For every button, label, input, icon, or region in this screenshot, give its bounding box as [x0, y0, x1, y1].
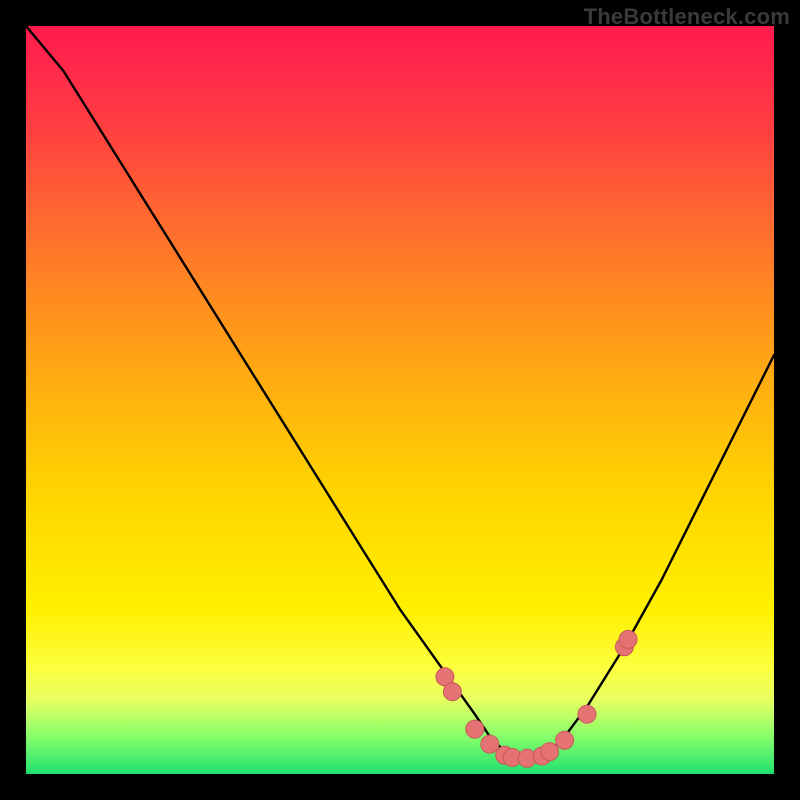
bottleneck-marker — [518, 749, 536, 767]
bottleneck-curve — [26, 26, 774, 759]
bottleneck-marker — [496, 746, 514, 764]
bottleneck-marker — [466, 720, 484, 738]
bottleneck-marker — [503, 749, 521, 767]
bottleneck-marker — [556, 731, 574, 749]
bottleneck-marker — [615, 638, 633, 656]
bottleneck-marker — [533, 747, 551, 765]
marker-group — [436, 630, 637, 767]
bottleneck-marker — [443, 683, 461, 701]
bottleneck-marker — [481, 735, 499, 753]
bottleneck-marker — [436, 668, 454, 686]
bottleneck-marker — [578, 705, 596, 723]
bottleneck-marker — [619, 630, 637, 648]
bottleneck-marker — [541, 743, 559, 761]
plot-area — [26, 26, 774, 774]
chart-svg — [26, 26, 774, 774]
chart-stage: TheBottleneck.com — [0, 0, 800, 800]
